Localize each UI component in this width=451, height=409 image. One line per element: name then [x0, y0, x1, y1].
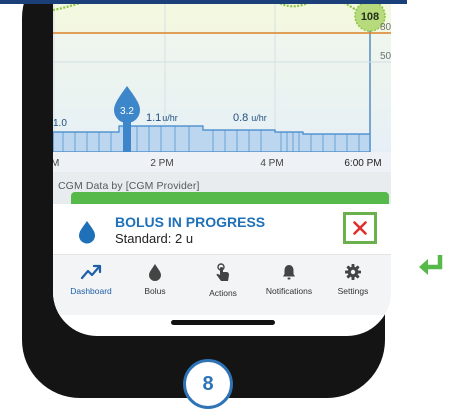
tab-label: Bolus [144, 286, 166, 296]
tab-label: Settings [337, 286, 369, 296]
bottom-tab-bar: Dashboard Bolus Actions Notifications Se… [53, 254, 391, 315]
y-tick-upper: 80 [380, 22, 391, 33]
tab-dashboard[interactable]: Dashboard [57, 263, 125, 296]
basal-rate-1: 1.1u/hr [146, 112, 178, 124]
time-axis-band [53, 152, 391, 172]
tap-hand-icon [216, 263, 229, 281]
tab-actions[interactable]: Actions [189, 263, 257, 298]
tab-label: Dashboard [70, 286, 112, 296]
bolus-progress-panel: BOLUS IN PROGRESS Standard: 2 u [53, 204, 391, 254]
blood-drop-icon [79, 221, 95, 244]
tab-bolus[interactable]: Bolus [121, 263, 189, 296]
step-number-badge: 8 [183, 359, 233, 409]
home-indicator[interactable] [171, 320, 275, 325]
time-label: M [53, 158, 59, 169]
glucose-chart[interactable]: 155 108 80 50 [53, 0, 391, 172]
header-rule [0, 0, 407, 4]
chart-canvas: 155 108 80 50 [53, 0, 391, 172]
time-label: 2 PM [150, 158, 173, 169]
app-screen: 155 108 80 50 [53, 0, 391, 336]
chart-upper-band [53, 0, 391, 33]
time-label: 4 PM [260, 158, 283, 169]
tab-settings[interactable]: Settings [319, 263, 387, 296]
time-label: 6:00 PM [344, 158, 381, 169]
phone-frame: 155 108 80 50 [22, 0, 391, 398]
basal-label-left: 1.0 [53, 118, 67, 129]
bolus-marker-label: 3.2 [120, 106, 134, 117]
bolus-status-title: BOLUS IN PROGRESS [115, 214, 266, 230]
bubble-current-label: 108 [361, 11, 379, 23]
trend-arrow-icon [80, 264, 102, 280]
cancel-bolus-button[interactable] [343, 212, 377, 244]
return-arrow-icon [419, 255, 443, 275]
drop-icon [149, 264, 161, 281]
tab-notifications[interactable]: Notifications [255, 263, 323, 296]
tab-label: Notifications [265, 286, 313, 296]
tab-label: Actions [209, 288, 237, 298]
bell-icon [283, 265, 295, 280]
bolus-status-subtitle: Standard: 2 u [115, 231, 194, 246]
cgm-provider-label: CGM Data by [CGM Provider] [58, 180, 200, 192]
gear-icon [345, 264, 361, 280]
close-x-icon [353, 221, 367, 235]
y-tick-mid: 50 [380, 51, 391, 62]
